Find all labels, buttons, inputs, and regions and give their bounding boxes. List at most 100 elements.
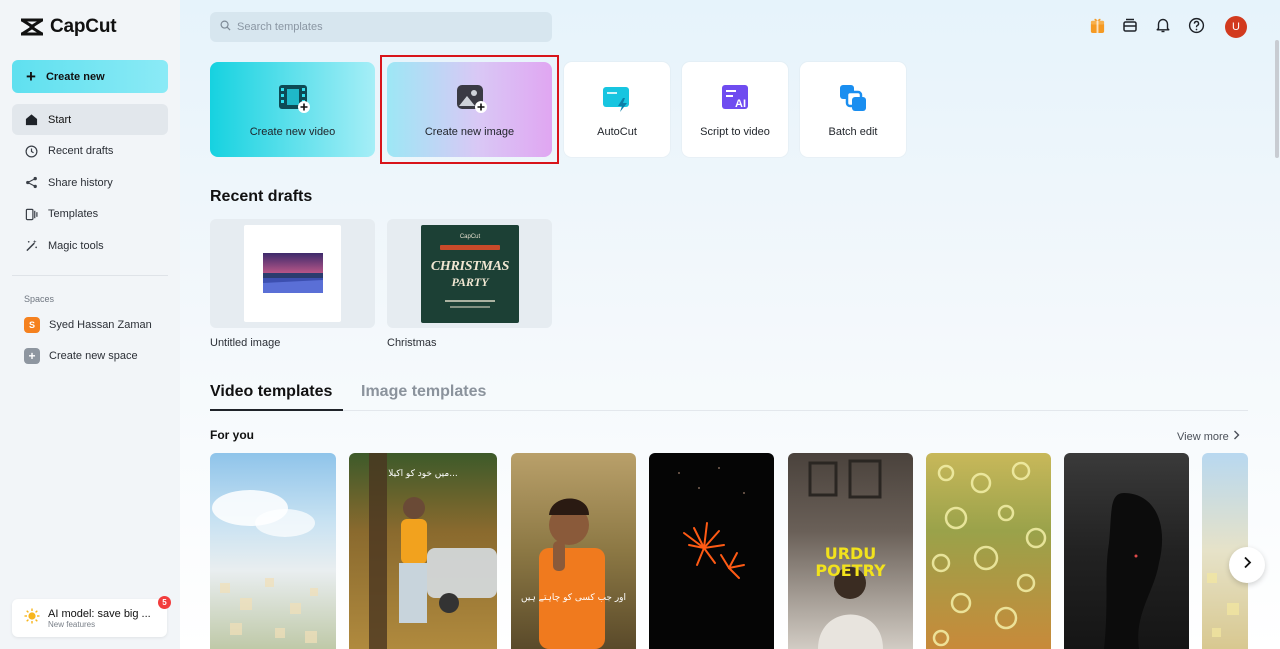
chevron-right-icon <box>1233 430 1240 443</box>
thumbnail-brand: CapCut <box>459 234 481 240</box>
draft-label: Christmas <box>387 337 437 349</box>
draft-label: Untitled image <box>210 337 281 349</box>
recent-drafts-heading: Recent drafts <box>210 188 313 205</box>
create-new-button[interactable]: + Create new <box>12 60 168 93</box>
script-ai-icon: AI <box>719 82 751 114</box>
next-templates-button[interactable] <box>1229 547 1265 583</box>
template-thumbnail <box>678 467 745 579</box>
thumbnail-detail-line <box>445 300 495 302</box>
sidebar-item-label: Share history <box>48 176 113 189</box>
clock-icon <box>24 144 38 158</box>
space-avatar: S <box>24 317 40 333</box>
search-icon <box>220 18 231 36</box>
home-icon <box>24 113 38 127</box>
draft-card-untitled-image[interactable] <box>210 219 375 328</box>
batch-edit-icon <box>837 82 869 114</box>
thumbnail-detail-line <box>450 306 490 308</box>
active-tab-indicator <box>210 409 343 411</box>
view-more-label: View more <box>1177 430 1229 443</box>
templates-icon <box>24 207 38 221</box>
autocut-icon <box>601 82 633 114</box>
for-you-heading: For you <box>210 428 254 442</box>
template-card[interactable] <box>210 453 336 649</box>
quick-action-label: Batch edit <box>828 125 878 138</box>
sidebar-item-label: Start <box>48 113 72 126</box>
selection-highlight <box>380 55 559 164</box>
promo-title: AI model: save big ... <box>48 607 151 620</box>
template-card[interactable]: URDU POETRY <box>788 453 913 649</box>
space-label: Create new space <box>49 350 138 362</box>
share-icon <box>24 176 38 190</box>
sidebar-item-start[interactable]: Start <box>12 104 168 135</box>
template-overlay-text: URDU POETRY <box>815 544 886 580</box>
autocut-button[interactable]: AutoCut <box>564 62 670 157</box>
sidebar-item-magic-tools[interactable]: Magic tools <box>12 230 168 261</box>
draft-thumbnail: CapCut CHRISTMAS PARTY <box>421 225 519 323</box>
space-label: Syed Hassan Zaman <box>49 319 152 331</box>
promo-text: AI model: save big ... New features <box>48 608 151 629</box>
landscape-image <box>263 253 323 293</box>
sidebar-item-templates[interactable]: Templates <box>12 199 168 230</box>
app-name: CapCut <box>50 16 117 37</box>
template-thumbnail <box>1104 493 1163 649</box>
plus-icon: + <box>26 67 36 86</box>
draft-thumbnail <box>244 225 341 322</box>
create-new-space-button[interactable]: + Create new space <box>24 348 138 364</box>
scrollbar-thumb[interactable] <box>1275 40 1279 158</box>
tab-image-templates[interactable]: Image templates <box>361 383 486 401</box>
template-overlay-text: میں خود کو اکیلا... <box>388 469 458 479</box>
magic-wand-icon <box>24 239 38 253</box>
svg-text:AI: AI <box>735 98 746 110</box>
sidebar-item-label: Templates <box>48 208 99 220</box>
bell-icon[interactable] <box>1154 16 1172 34</box>
template-card[interactable]: اور جب کسی کو چاہتے ہیں <box>511 453 636 649</box>
spaces-heading: Spaces <box>24 294 55 304</box>
capcut-logo-icon <box>20 16 44 38</box>
view-more-link[interactable]: View more <box>1177 430 1240 443</box>
batch-edit-button[interactable]: Batch edit <box>800 62 906 157</box>
plus-icon: + <box>24 348 40 364</box>
logo[interactable]: CapCut <box>20 16 117 38</box>
search-bar[interactable] <box>210 12 552 42</box>
template-card[interactable] <box>1064 453 1189 649</box>
subscription-icon[interactable] <box>1121 16 1139 34</box>
gift-icon[interactable] <box>1088 16 1106 34</box>
promo-banner[interactable]: AI model: save big ... New features 5 <box>12 596 171 637</box>
thumbnail-subtitle: PARTY <box>451 275 489 289</box>
quick-action-label: AutoCut <box>597 125 637 138</box>
template-card[interactable] <box>649 453 774 649</box>
script-to-video-button[interactable]: AI Script to video <box>682 62 788 157</box>
sidebar-item-label: Magic tools <box>48 239 104 252</box>
template-overlay-text: اور جب کسی کو چاہتے ہیں <box>520 593 627 603</box>
quick-action-label: Create new video <box>249 125 336 138</box>
template-thumbnail <box>212 490 318 643</box>
help-icon[interactable] <box>1187 16 1205 34</box>
notification-count-badge: 5 <box>158 596 171 609</box>
sidebar-item-label: Recent drafts <box>48 145 114 157</box>
sidebar: CapCut + Create new Start Recent drafts … <box>0 0 180 649</box>
sidebar-item-recent-drafts[interactable]: Recent drafts <box>12 136 168 167</box>
create-new-label: Create new <box>45 70 105 83</box>
video-film-icon <box>277 82 310 114</box>
sun-icon <box>24 608 40 629</box>
template-card[interactable]: میں خود کو اکیلا... <box>349 453 497 649</box>
sidebar-item-share-history[interactable]: Share history <box>12 167 168 198</box>
template-thumbnail <box>931 461 1047 647</box>
user-avatar[interactable]: U <box>1225 16 1247 38</box>
chevron-right-icon <box>1243 556 1252 574</box>
sidebar-nav: Start Recent drafts Share history Templa… <box>12 104 168 262</box>
template-thumbnail <box>369 453 497 649</box>
sidebar-divider <box>12 275 168 276</box>
thumbnail-ribbon <box>440 245 500 250</box>
draft-card-christmas[interactable]: CapCut CHRISTMAS PARTY <box>387 219 552 328</box>
search-input[interactable] <box>237 21 537 33</box>
promo-subtitle: New features <box>48 619 96 629</box>
tabs-divider <box>210 410 1248 411</box>
thumbnail-title: CHRISTMAS <box>430 259 510 274</box>
space-item-syed-hassan-zaman[interactable]: S Syed Hassan Zaman <box>24 317 152 333</box>
tab-video-templates[interactable]: Video templates <box>210 383 332 401</box>
create-new-video-button[interactable]: Create new video <box>210 62 375 157</box>
template-thumbnail <box>539 498 605 649</box>
top-toolbar <box>1088 16 1205 34</box>
template-card[interactable] <box>926 453 1051 649</box>
